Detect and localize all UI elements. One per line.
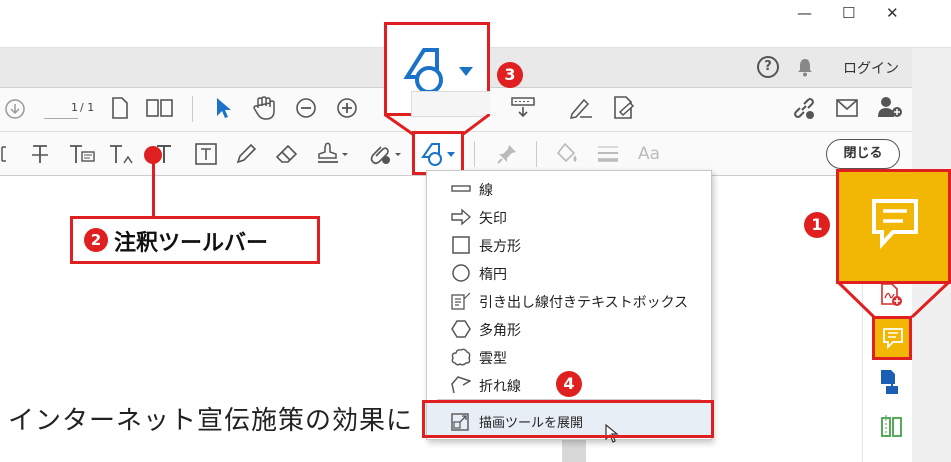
add-user-icon[interactable] — [877, 95, 903, 119]
help-icon[interactable]: ? — [757, 56, 779, 78]
select-cursor-icon[interactable] — [214, 96, 232, 120]
insert-text-icon[interactable] — [108, 143, 136, 167]
arrow-icon — [451, 208, 471, 226]
toolbar-divider — [536, 141, 537, 167]
zoom-out-icon[interactable] — [295, 97, 317, 119]
annotation-toolbar-label: 注釈ツールバー — [114, 231, 269, 256]
textbox-icon[interactable] — [194, 142, 218, 166]
menu-item-cloud[interactable]: 雲型 — [427, 343, 711, 371]
menu-item-label: 多角形 — [479, 323, 521, 339]
toolbar-divider — [192, 96, 193, 122]
ellipse-icon — [452, 264, 470, 282]
font-settings-button[interactable]: Aa — [638, 144, 660, 164]
two-page-icon[interactable] — [146, 99, 174, 117]
comment-icon — [883, 328, 903, 349]
drawing-tools-button[interactable] — [412, 131, 464, 175]
zoomed-drawing-tool-callout — [384, 22, 490, 117]
single-page-icon[interactable] — [111, 97, 129, 119]
hand-icon[interactable] — [252, 95, 276, 121]
menu-item-label: 引き出し線付きテキストボックス — [479, 295, 689, 311]
menu-item-label: 楕円 — [479, 267, 507, 283]
share-link-icon[interactable] — [792, 96, 816, 120]
drawing-tools-icon-large — [403, 48, 473, 94]
highlight-partial-icon[interactable] — [0, 143, 10, 165]
pencil-icon[interactable] — [234, 142, 258, 166]
menu-item-ellipse[interactable]: 楕円 — [427, 259, 711, 287]
line-weight-icon[interactable] — [596, 143, 620, 165]
close-window-button[interactable]: ✕ — [886, 4, 899, 22]
comment-icon-large — [872, 199, 918, 250]
menu-item-label: 長方形 — [479, 239, 521, 255]
step-badge-4: 4 — [556, 371, 582, 397]
organize-pages-icon[interactable] — [880, 414, 904, 442]
callout-connector-3 — [384, 114, 490, 136]
fill-color-icon[interactable] — [554, 141, 580, 167]
step-badge-3: 3 — [497, 62, 523, 88]
menu-item-arrow[interactable]: 矢印 — [427, 203, 711, 231]
callout-connector-1 — [836, 282, 951, 318]
minimize-button[interactable]: — — [797, 4, 812, 22]
comment-tool-button[interactable] — [872, 316, 912, 360]
close-comment-toolbar-button[interactable]: 閉じる — [826, 139, 900, 169]
menu-item-polygon[interactable]: 多角形 — [427, 315, 711, 343]
page-total: / 1 — [80, 101, 95, 114]
fill-form-icon[interactable] — [612, 95, 636, 121]
expand-drawing-tools-highlight — [422, 400, 714, 438]
page-down-icon[interactable] — [4, 98, 26, 120]
drawing-tools-icon — [421, 143, 455, 166]
callout-textbox-icon — [451, 292, 471, 310]
menu-item-label: 矢印 — [479, 211, 507, 227]
replace-text-icon[interactable] — [68, 143, 96, 165]
zoomed-comment-tool-callout — [836, 169, 951, 284]
mail-icon[interactable] — [836, 99, 858, 117]
scroll-mode-icon[interactable] — [511, 96, 535, 118]
stamp-icon[interactable] — [316, 141, 350, 167]
bell-icon[interactable] — [796, 57, 814, 77]
cloud-icon — [451, 348, 471, 366]
step-badge-1: 1 — [804, 212, 830, 238]
strikethrough-icon[interactable] — [30, 143, 50, 165]
step-badge-2: 2 — [84, 228, 108, 252]
maximize-button[interactable]: ☐ — [842, 4, 855, 22]
zoom-in-icon[interactable] — [336, 97, 358, 119]
menu-item-line[interactable]: 線 — [427, 175, 711, 203]
polygon-icon — [451, 320, 471, 338]
export-pdf-icon[interactable] — [878, 368, 904, 396]
menu-item-label: 雲型 — [479, 351, 507, 367]
menu-item-label: 線 — [479, 183, 493, 199]
menu-item-callout-textbox[interactable]: 引き出し線付きテキストボックス — [427, 287, 711, 315]
callout-pointer-dot — [144, 146, 162, 164]
menu-item-label: 折れ線 — [479, 379, 521, 395]
sign-icon[interactable] — [568, 96, 594, 120]
eraser-icon[interactable] — [274, 142, 300, 166]
page-number-input[interactable]: 1 — [44, 97, 78, 119]
polyline-icon — [451, 376, 471, 394]
line-icon — [451, 185, 471, 192]
menu-item-rectangle[interactable]: 長方形 — [427, 231, 711, 259]
pin-icon[interactable] — [496, 143, 518, 165]
login-button[interactable]: ログイン — [843, 58, 899, 78]
rectangle-icon — [452, 236, 470, 254]
toolbar-divider — [474, 141, 475, 167]
document-text: インターネット宣伝施策の効果に — [8, 406, 414, 436]
attach-icon[interactable] — [367, 141, 403, 167]
